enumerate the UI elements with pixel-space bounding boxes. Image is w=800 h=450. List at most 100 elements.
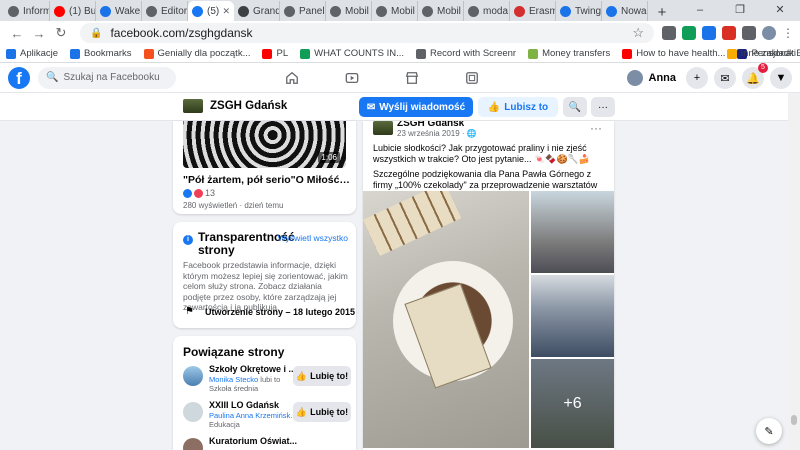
tab-close-icon[interactable]: ✕ <box>647 6 648 17</box>
create-plus-icon[interactable]: + <box>686 67 708 89</box>
browser-tab[interactable]: Inform✕ <box>4 1 50 21</box>
browser-tab[interactable]: moda✕ <box>464 1 510 21</box>
page-more-button[interactable]: ··· <box>591 97 615 117</box>
post-date[interactable]: 23 września 2019 · 🌐 <box>397 129 477 138</box>
friend-link[interactable]: Monika Stecko <box>209 375 258 384</box>
browser-tab[interactable]: Erasm✕ <box>510 1 556 21</box>
nav-watch-icon[interactable] <box>322 63 382 93</box>
browser-tab[interactable]: Wake✕ <box>96 1 142 21</box>
bookmark-item[interactable]: Money transfers <box>528 48 610 59</box>
related-page-avatar[interactable] <box>183 366 203 386</box>
account-menu-chevron-icon[interactable]: ▼ <box>770 67 792 89</box>
browser-tab[interactable]: Mobil✕ <box>372 1 418 21</box>
tab-close-icon[interactable]: ✕ <box>220 6 230 17</box>
bookmark-item[interactable]: Genially dla początk... <box>143 48 250 59</box>
post-author-avatar[interactable] <box>373 121 393 135</box>
post-photo-4[interactable]: +6 <box>531 359 614 448</box>
related-like-button[interactable]: 👍 Lubię to! <box>293 402 351 422</box>
like-page-label: Lubisz to <box>504 101 549 113</box>
bookmark-other[interactable]: Inne zakładki <box>726 48 796 59</box>
extension-icon[interactable] <box>682 26 696 40</box>
related-page-avatar[interactable] <box>183 438 203 450</box>
post-photo-main[interactable] <box>363 191 529 448</box>
tab-label: Twing <box>575 5 602 17</box>
bookmark-star-icon[interactable]: ☆ <box>632 25 644 41</box>
browser-tab[interactable]: Panel✕ <box>280 1 326 21</box>
tab-favicon-icon <box>8 5 19 17</box>
bookmark-item[interactable]: PL <box>262 48 288 59</box>
minimize-icon[interactable]: – <box>680 0 720 21</box>
video-card: 1:06 "Pół żartem, pół serio"O Miłość Wpr… <box>173 121 356 214</box>
bookmark-label: WHAT COUNTS IN... <box>314 48 405 59</box>
browser-tab[interactable]: (5) ✕ <box>188 1 234 21</box>
bookmark-item[interactable]: Record with Screenr <box>416 48 516 59</box>
menu-dots-icon[interactable]: ⋮ <box>782 26 794 40</box>
post-photo-2[interactable] <box>531 191 614 273</box>
page-name[interactable]: ZSGH Gdańsk <box>210 100 287 112</box>
video-title[interactable]: "Pół żartem, pół serio"O Miłość Wprost..… <box>183 174 351 186</box>
facebook-logo[interactable]: f <box>8 66 30 89</box>
bookmark-item[interactable]: How to have health... <box>622 48 725 59</box>
new-message-compose-icon[interactable]: ✎ <box>756 418 782 444</box>
related-page-name[interactable]: Kuratorium Oświat... <box>209 436 305 446</box>
messenger-icon[interactable]: ✉ <box>714 67 736 89</box>
extension-icon[interactable] <box>702 26 716 40</box>
nav-groups-icon[interactable] <box>442 63 502 93</box>
page-search-button[interactable]: 🔍 <box>563 97 587 117</box>
see-all-link[interactable]: Wyświetl wszystko <box>278 233 348 243</box>
page-avatar[interactable] <box>183 99 203 113</box>
bookmark-item[interactable]: Aplikacje <box>6 48 58 59</box>
scrollbar-thumb[interactable] <box>791 415 797 425</box>
more-photos-overlay[interactable]: +6 <box>531 359 614 448</box>
forward-icon[interactable]: → <box>28 26 50 41</box>
bookmark-item[interactable]: WHAT COUNTS IN... <box>300 48 404 59</box>
browser-tab[interactable]: (1) Bu✕ <box>50 1 96 21</box>
new-tab-button[interactable]: + <box>652 4 672 21</box>
video-thumbnail[interactable]: 1:06 <box>183 121 346 168</box>
extension-icon[interactable] <box>662 26 676 40</box>
tab-favicon-icon <box>284 5 295 17</box>
post-more-dots-icon[interactable]: ··· <box>590 121 602 135</box>
facebook-main-nav <box>262 63 502 93</box>
lock-icon[interactable]: 🔒 <box>90 28 102 39</box>
page-scrollbar[interactable] <box>788 93 800 450</box>
related-page-item: Kuratorium Oświat... <box>183 436 351 450</box>
notification-badge: 5 <box>758 63 768 73</box>
browser-tab[interactable]: Editor✕ <box>142 1 188 21</box>
close-icon[interactable]: ✕ <box>760 0 800 21</box>
nav-marketplace-icon[interactable] <box>382 63 442 93</box>
profile-avatar[interactable] <box>762 26 776 40</box>
reload-icon[interactable]: ↻ <box>50 25 72 41</box>
extension-icon[interactable] <box>722 26 736 40</box>
tab-favicon-icon <box>54 5 65 17</box>
friend-link[interactable]: Paulina Anna Krzemińsk... <box>209 411 297 420</box>
related-page-name[interactable]: XXIII LO Gdańsk <box>209 400 305 410</box>
maximize-icon[interactable]: ❐ <box>720 0 760 21</box>
bookmark-favicon-icon <box>262 48 273 59</box>
browser-tab[interactable]: Twing✕ <box>556 1 602 21</box>
messenger-icon: ✉ <box>366 101 376 113</box>
related-like-button[interactable]: 👍 Lubię to! <box>293 366 351 386</box>
notifications-bell-icon[interactable]: 🔔 5 <box>742 63 768 89</box>
post-photo-3[interactable] <box>531 275 614 357</box>
related-page-avatar[interactable] <box>183 402 203 422</box>
bookmark-item[interactable]: Bookmarks <box>70 48 132 59</box>
send-message-button[interactable]: ✉ Wyślij wiadomość <box>359 97 473 117</box>
post-author[interactable]: ZSGH Gdańsk <box>397 121 464 129</box>
browser-tab[interactable]: Mobil✕ <box>418 1 464 21</box>
puzzle-icon[interactable] <box>742 26 756 40</box>
browser-tab[interactable]: Mobil✕ <box>326 1 372 21</box>
tab-favicon-icon <box>606 5 617 17</box>
user-name[interactable]: Anna <box>649 72 677 84</box>
bookmark-favicon-icon <box>416 48 427 59</box>
like-page-button[interactable]: 👍 Lubisz to <box>478 97 558 117</box>
browser-tab[interactable]: Nowa✕ <box>602 1 648 21</box>
nav-home-icon[interactable] <box>262 63 322 93</box>
facebook-search-input[interactable]: 🔍 Szukaj na Facebooku <box>38 66 176 89</box>
video-reactions[interactable]: 13 <box>183 188 215 198</box>
browser-tab[interactable]: Grand✕ <box>234 1 280 21</box>
url-input[interactable]: 🔒 facebook.com/zsghgdansk ☆ <box>80 23 654 43</box>
related-page-name[interactable]: Szkoły Okrętowe i ... <box>209 364 305 374</box>
back-icon[interactable]: ← <box>6 26 28 41</box>
user-avatar[interactable] <box>626 70 643 86</box>
